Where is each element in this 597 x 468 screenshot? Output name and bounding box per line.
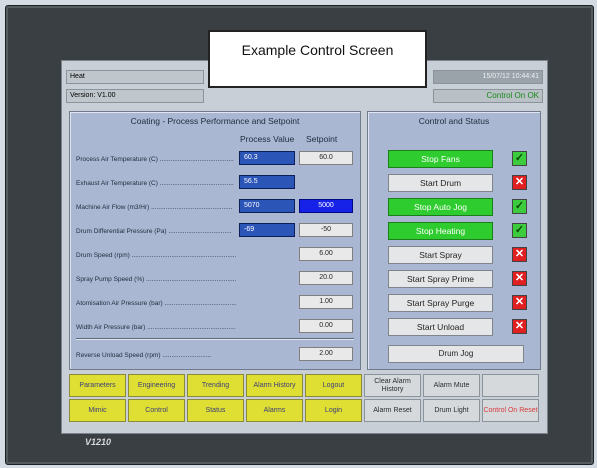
- check-icon: ✓: [512, 199, 527, 214]
- stop-heating-button[interactable]: Stop Heating: [388, 222, 493, 240]
- nav-parameters[interactable]: Parameters: [69, 374, 126, 397]
- start-spray-prime-button[interactable]: Start Spray Prime: [388, 270, 493, 288]
- check-icon: ✓: [512, 151, 527, 166]
- process-value: -69: [239, 223, 295, 237]
- datetime-display: 15/07/12 10:44:41: [433, 70, 543, 84]
- nav-alarm-history[interactable]: Alarm History: [246, 374, 303, 397]
- control-status: Control On OK: [433, 89, 543, 103]
- reverse-unload-label: Reverse Unload Speed (rpm) .............…: [76, 352, 212, 359]
- setpoint-input[interactable]: 5000: [299, 199, 353, 213]
- process-value: 5070: [239, 199, 295, 213]
- nav-login[interactable]: Login: [305, 399, 362, 422]
- process-panel: Coating - Process Performance and Setpoi…: [69, 111, 361, 370]
- setpoint-header: Setpoint: [306, 134, 338, 144]
- drum-jog-button[interactable]: Drum Jog: [388, 345, 524, 363]
- check-icon: ✓: [512, 223, 527, 238]
- control-on-reset-button[interactable]: Control On Reset: [482, 399, 539, 422]
- setpoint-input[interactable]: 0.00: [299, 319, 353, 333]
- cross-icon: ✕: [512, 175, 527, 190]
- reverse-unload-setpoint[interactable]: 2.00: [299, 347, 353, 361]
- setpoint-input[interactable]: 60.0: [299, 151, 353, 165]
- hmi-screen: Heat Version: V1.00 15/07/12 10:44:41 Co…: [61, 60, 548, 434]
- row-label: Width Air Pressure (bar) ...............…: [76, 324, 236, 331]
- stop-fans-button[interactable]: Stop Fans: [388, 150, 493, 168]
- cross-icon: ✕: [512, 295, 527, 310]
- row-label: Spray Pump Speed (%) ...................…: [76, 276, 236, 283]
- row-label: Drum Speed (rpm) .......................…: [76, 252, 236, 259]
- nav-logout[interactable]: Logout: [305, 374, 362, 397]
- setpoint-input[interactable]: 1.00: [299, 295, 353, 309]
- start-drum-button[interactable]: Start Drum: [388, 174, 493, 192]
- start-unload-button[interactable]: Start Unload: [388, 318, 493, 336]
- alarm-mute-button[interactable]: Alarm Mute: [423, 374, 480, 397]
- setpoint-input[interactable]: 20.0: [299, 271, 353, 285]
- setpoint-input[interactable]: 6.00: [299, 247, 353, 261]
- row-label: Drum Differential Pressure (Pa) ........…: [76, 228, 232, 235]
- drum-light-button[interactable]: Drum Light: [423, 399, 480, 422]
- alarm-reset-button[interactable]: Alarm Reset: [364, 399, 421, 422]
- nav-engineering[interactable]: Engineering: [128, 374, 185, 397]
- control-panel-title: Control and Status: [418, 116, 490, 126]
- blank-button[interactable]: [482, 374, 539, 397]
- cross-icon: ✕: [512, 247, 527, 262]
- nav-control[interactable]: Control: [128, 399, 185, 422]
- row-label: Machine Air Flow (m3/Hr) ...............…: [76, 204, 233, 211]
- example-caption: Example Control Screen: [208, 30, 427, 88]
- nav-alarms[interactable]: Alarms: [246, 399, 303, 422]
- process-value-header: Process Value: [240, 134, 295, 144]
- setpoint-input[interactable]: -50: [299, 223, 353, 237]
- control-panel: Control and Status Stop Fans ✓ Start Dru…: [367, 111, 541, 370]
- divider: [76, 338, 354, 340]
- nav-status[interactable]: Status: [187, 399, 244, 422]
- heat-label: Heat: [66, 70, 204, 84]
- nav-trending[interactable]: Trending: [187, 374, 244, 397]
- nav-mimic[interactable]: Mimic: [69, 399, 126, 422]
- start-spray-purge-button[interactable]: Start Spray Purge: [388, 294, 493, 312]
- cross-icon: ✕: [512, 271, 527, 286]
- row-label: Exhaust Air Temperature (C) ............…: [76, 180, 234, 187]
- version-label: Version: V1.00: [66, 89, 204, 103]
- cross-icon: ✕: [512, 319, 527, 334]
- clear-alarm-history-button[interactable]: Clear Alarm History: [364, 374, 421, 397]
- process-value: 60.3: [239, 151, 295, 165]
- process-panel-title: Coating - Process Performance and Setpoi…: [130, 116, 300, 126]
- stop-auto-jog-button[interactable]: Stop Auto Jog: [388, 198, 493, 216]
- row-label: Process Air Temperature (C) ............…: [76, 156, 234, 163]
- row-label: Atomisation Air Pressure (bar) .........…: [76, 300, 236, 307]
- process-value: 56.5: [239, 175, 295, 189]
- start-spray-button[interactable]: Start Spray: [388, 246, 493, 264]
- model-label: V1210: [85, 437, 112, 447]
